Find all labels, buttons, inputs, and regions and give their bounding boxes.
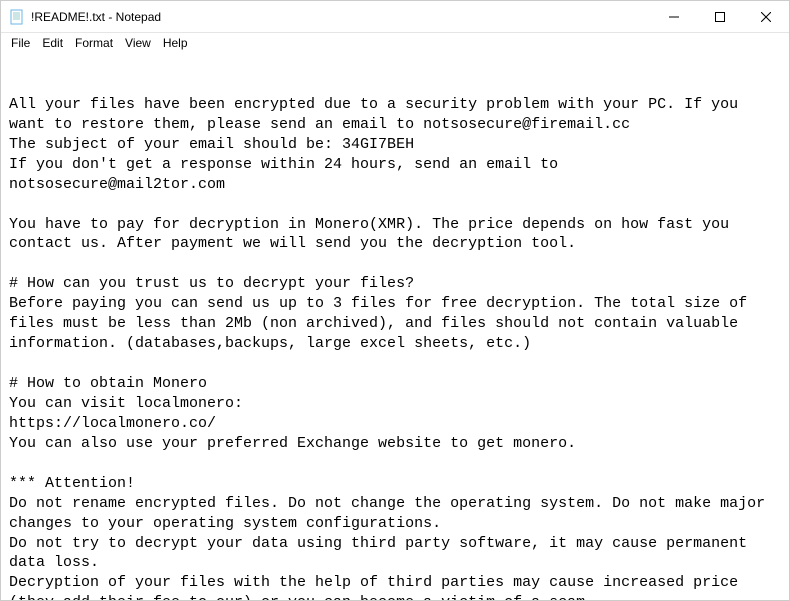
notepad-icon [9, 9, 25, 25]
menu-help[interactable]: Help [157, 35, 194, 51]
menu-edit[interactable]: Edit [36, 35, 69, 51]
close-button[interactable] [743, 1, 789, 32]
minimize-button[interactable] [651, 1, 697, 32]
maximize-button[interactable] [697, 1, 743, 32]
notepad-window: !README!.txt - Notepad File Edit Format … [0, 0, 790, 601]
window-controls [651, 1, 789, 32]
menubar: File Edit Format View Help [1, 33, 789, 53]
window-title: !README!.txt - Notepad [31, 10, 651, 24]
titlebar[interactable]: !README!.txt - Notepad [1, 1, 789, 33]
text-editor-area[interactable]: All your files have been encrypted due t… [1, 53, 789, 600]
menu-view[interactable]: View [119, 35, 157, 51]
menu-format[interactable]: Format [69, 35, 119, 51]
menu-file[interactable]: File [5, 35, 36, 51]
document-body: All your files have been encrypted due t… [9, 95, 781, 600]
